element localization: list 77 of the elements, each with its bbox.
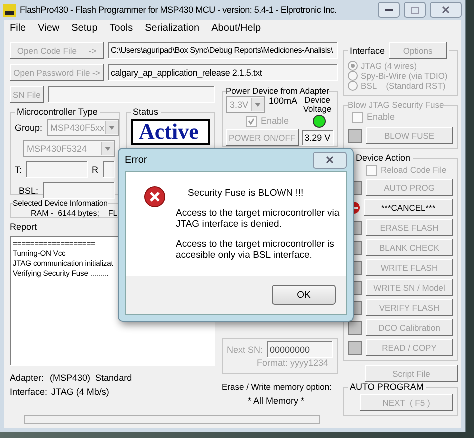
checkbox-label: Enable: [261, 116, 290, 126]
menu-item[interactable]: View: [38, 22, 60, 34]
status-square: [348, 128, 362, 142]
field-label: T:: [15, 164, 22, 174]
next-sn-label: Next SN:: [227, 344, 264, 354]
interface-label: Interface:: [10, 387, 48, 397]
radio-label: BSL (Standard RST): [361, 81, 446, 91]
group-title: Status: [132, 107, 160, 117]
action-button[interactable]: ***CANCEL***: [364, 199, 453, 216]
options-button[interactable]: Options: [389, 42, 448, 59]
group-dropdown[interactable]: MSP430F5xx: [46, 119, 119, 136]
group-title: AUTO PROGRAM: [349, 382, 425, 392]
radio-label: JTAG (4 wires): [361, 61, 418, 71]
caret-icon: [255, 102, 261, 106]
voltage-reading: 3.29 V: [302, 130, 334, 146]
menu-item[interactable]: Setup: [72, 22, 98, 34]
r-field[interactable]: [102, 161, 115, 178]
error-icon: [144, 186, 166, 208]
maximize-icon: [411, 6, 419, 14]
group-title: Microcontroller Type: [16, 107, 99, 117]
enable-checkbox[interactable]: [246, 116, 257, 127]
group-title: Power Device from Adapter: [226, 86, 330, 96]
radio-label: Spy-Bi-Wire (via TDIO): [361, 71, 448, 81]
menu-item[interactable]: File: [10, 22, 26, 34]
group-title: Device Action: [355, 153, 412, 163]
close-icon: [326, 156, 334, 164]
voltage-dropdown[interactable]: 3.3V: [226, 96, 265, 113]
status-square: [348, 340, 362, 354]
close-button[interactable]: [313, 152, 347, 168]
dialog-message: Access to the target microcontroller via JTAG interface is denied.: [176, 208, 340, 230]
voltage-label: Device Voltage: [303, 96, 333, 114]
window-title: FlashPro430 - Flash Programmer for MSP430 MCU - version: 5.4-1 - Elprotronic Inc.: [20, 5, 338, 15]
blow-fuse-button[interactable]: BLOW FUSE: [366, 127, 453, 144]
memory-option-value: * All Memory *: [247, 396, 305, 406]
reload-checkbox[interactable]: [366, 165, 378, 176]
power-button[interactable]: POWER ON/OFF: [226, 129, 299, 146]
status-square: [348, 320, 362, 334]
t-field[interactable]: [26, 161, 88, 178]
device-info-text: RAM - 6144 bytes; FL: [30, 209, 118, 218]
sn-file-field[interactable]: [48, 86, 215, 103]
menu-item[interactable]: Serialization: [145, 22, 200, 34]
field-label: R: [92, 164, 99, 174]
interface-value: JTAG (4 Mb/s): [52, 387, 110, 397]
caret-icon: [105, 146, 111, 150]
current-label: 100mA: [269, 96, 298, 106]
group-title: Interface: [350, 46, 386, 56]
field-label: BSL:: [19, 186, 39, 196]
checkbox-label: Reload Code File: [381, 165, 447, 175]
minimize-button[interactable]: [378, 2, 400, 18]
close-icon: [442, 6, 450, 14]
close-button[interactable]: [430, 2, 462, 18]
caret-icon: [108, 126, 115, 130]
app-icon: [3, 4, 16, 16]
report-label: Report: [10, 222, 38, 232]
checkmark-icon: [248, 118, 255, 125]
memory-option-label: Erase / Write memory option:: [222, 382, 332, 392]
dialog-heading: Security Fuse is BLOWN !!!: [187, 188, 304, 199]
radio-button[interactable]: [348, 71, 358, 81]
checkbox-label: Enable: [367, 112, 396, 122]
radio-button[interactable]: [348, 61, 358, 71]
bsl-field[interactable]: [42, 182, 115, 199]
format-text: Format: yyyy1234: [256, 358, 329, 368]
ok-button[interactable]: OK: [272, 285, 336, 305]
dialog-title: Error: [125, 154, 148, 166]
adapter-value: (MSP430) Standard: [50, 373, 132, 383]
radio-button[interactable]: [348, 81, 358, 91]
enable-checkbox[interactable]: [352, 112, 364, 123]
dialog-message: Access to the target microcontroller is accesible only via BSL interface.: [176, 239, 336, 261]
minimize-icon: [385, 9, 393, 11]
status-indicator: Active: [131, 119, 210, 145]
menu-item[interactable]: About/Help: [212, 22, 262, 34]
adapter-label: Adapter:: [10, 373, 44, 383]
menu-item[interactable]: Tools: [110, 22, 134, 34]
group-title: Blow JTAG Security Fuse: [348, 100, 444, 110]
next-sn-field[interactable]: 00000000: [267, 341, 334, 358]
device-dropdown[interactable]: MSP430F5324: [23, 140, 115, 157]
field-label: Group:: [15, 122, 43, 132]
